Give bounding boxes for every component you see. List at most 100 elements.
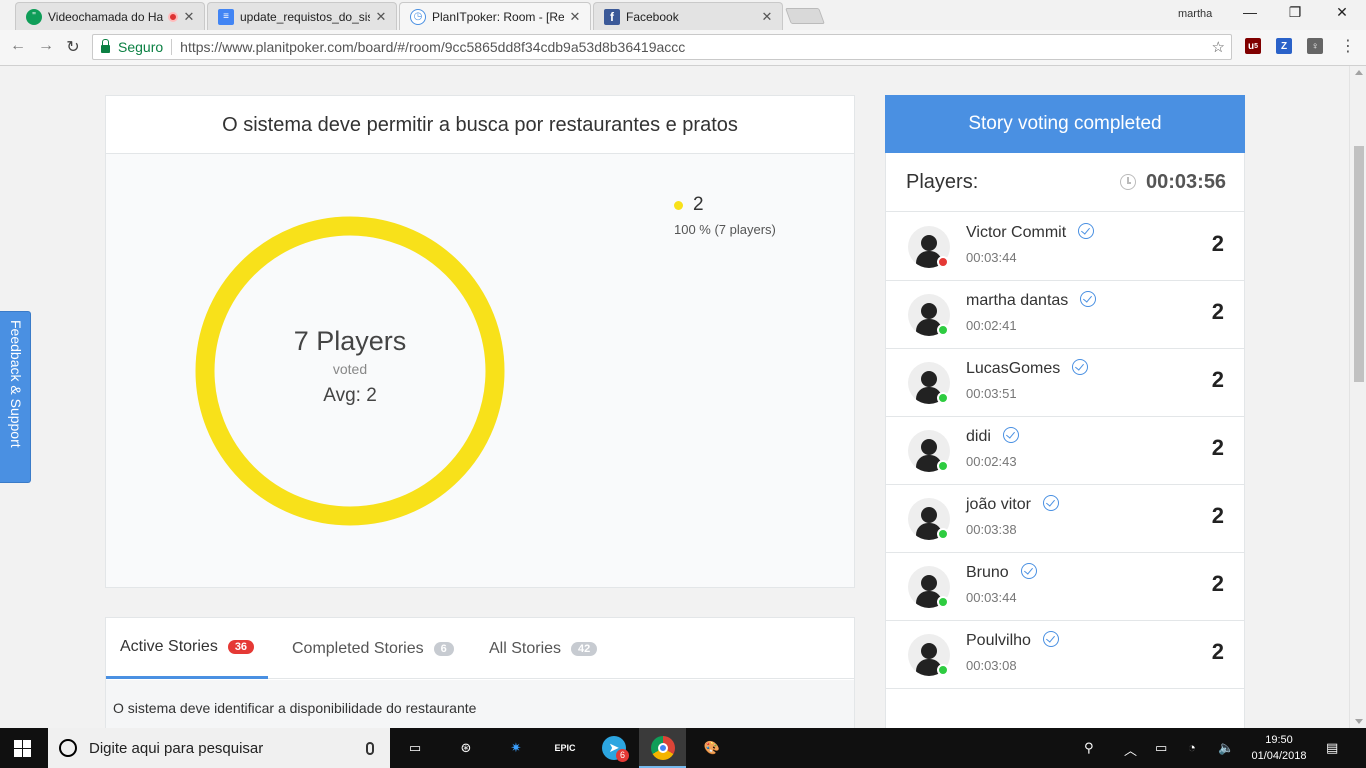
restore-icon[interactable]: ❐ <box>1285 4 1305 21</box>
close-tab-icon[interactable]: ✕ <box>568 9 582 25</box>
voted-check-icon <box>1072 359 1089 375</box>
people-icon[interactable]: ⚲ <box>1084 740 1094 756</box>
taskbar-search-box[interactable]: Digite aqui para pesquisar <box>48 728 390 768</box>
player-vote-time: 00:03:08 <box>966 658 1017 673</box>
browser-tab-facebook[interactable]: f Facebook ✕ <box>593 2 783 30</box>
player-name-text: didi <box>966 428 991 445</box>
legend-value: 2 <box>693 194 704 215</box>
windows-start-icon[interactable] <box>14 740 31 757</box>
stories-panel: Active Stories 36 Completed Stories 6 Al… <box>105 617 855 728</box>
planitpoker-icon: ◷ <box>410 8 426 25</box>
back-icon[interactable]: ← <box>8 37 28 55</box>
epic-games-icon[interactable]: EPIC <box>553 736 577 760</box>
player-vote-time: 00:02:41 <box>966 318 1017 333</box>
wifi-icon[interactable]: ◔ <box>1188 740 1196 755</box>
browser-menu-icon[interactable]: ⋮ <box>1340 36 1356 56</box>
voted-check-icon <box>1042 495 1059 511</box>
steam-icon[interactable]: ⊛ <box>454 736 478 760</box>
address-bar[interactable]: Seguro https://www.planitpoker.com/board… <box>92 34 1232 60</box>
player-row: martha dantas 00:02:41 2 <box>886 281 1244 349</box>
new-tab-button[interactable] <box>785 8 825 24</box>
system-clock[interactable]: 19:50 01/04/2018 <box>1248 732 1310 764</box>
player-name-text: martha dantas <box>966 292 1069 309</box>
browser-tab-strip: " Videochamada do Ha ✕ ≡ update_requisto… <box>0 0 1366 30</box>
scrollbar-thumb[interactable] <box>1354 146 1364 382</box>
secure-label: Seguro <box>118 39 164 55</box>
avatar-head <box>921 575 937 591</box>
player-vote-time: 00:02:43 <box>966 454 1017 469</box>
scroll-up-icon[interactable] <box>1355 70 1363 75</box>
battlenet-icon[interactable]: ✷ <box>504 736 528 760</box>
action-center-icon[interactable]: ▤ <box>1326 740 1338 756</box>
microphone-icon[interactable] <box>366 741 374 755</box>
voted-check-icon <box>1080 291 1097 307</box>
browser-toolbar: ← → ↻ Seguro https://www.planitpoker.com… <box>0 30 1366 66</box>
player-vote-time: 00:03:44 <box>966 590 1017 605</box>
recording-icon <box>168 11 178 22</box>
player-vote-value: 2 <box>1211 503 1224 528</box>
browser-tab-docs[interactable]: ≡ update_requistos_do_sist ✕ <box>207 2 397 30</box>
tab-completed-stories[interactable]: Completed Stories 6 <box>292 618 454 679</box>
search-placeholder: Digite aqui para pesquisar <box>89 739 264 757</box>
tab-all-stories[interactable]: All Stories 42 <box>489 618 598 679</box>
profile-name[interactable]: martha <box>1178 8 1212 20</box>
close-window-icon[interactable]: ✕ <box>1332 4 1352 21</box>
player-name: Bruno <box>966 563 1037 582</box>
minimize-icon[interactable]: — <box>1240 4 1260 20</box>
show-hidden-icons-chevron-icon[interactable]: ︿ <box>1124 740 1137 759</box>
tab-title: Facebook <box>626 9 679 24</box>
story-list-item[interactable]: O sistema deve identificar a disponibili… <box>106 680 854 728</box>
volume-icon[interactable]: 🔈 <box>1218 740 1234 756</box>
player-vote-value: 2 <box>1211 367 1224 392</box>
paint-icon[interactable]: 🎨 <box>700 736 724 760</box>
online-status-dot <box>937 528 949 540</box>
browser-tab-planitpoker[interactable]: ◷ PlanITpoker: Room - [Rec ✕ <box>399 2 591 30</box>
tab-title: update_requistos_do_sist <box>240 9 370 24</box>
player-name-text: Victor Commit <box>966 224 1067 241</box>
battery-icon[interactable]: ▭ <box>1155 740 1167 756</box>
page: O sistema deve permitir a busca por rest… <box>0 66 1366 728</box>
chrome-icon-center <box>658 743 668 753</box>
voted-check-icon <box>1042 631 1059 647</box>
player-name-text: Bruno <box>966 564 1009 581</box>
url-text[interactable]: https://www.planitpoker.com/board/#/room… <box>180 39 685 55</box>
voting-timer: 00:03:56 <box>1146 171 1227 193</box>
feedback-support-button[interactable]: Feedback & Support <box>0 311 31 483</box>
player-name: martha dantas <box>966 291 1097 310</box>
chrome-icon[interactable] <box>651 736 675 760</box>
close-tab-icon[interactable]: ✕ <box>182 9 196 25</box>
forward-icon[interactable]: → <box>36 37 56 55</box>
ublock-icon[interactable]: u5 <box>1245 38 1261 54</box>
player-name: Victor Commit <box>966 223 1095 242</box>
active-stories-badge: 36 <box>227 640 255 654</box>
player-vote-value: 2 <box>1211 435 1224 460</box>
task-view-icon[interactable]: ▭ <box>403 736 427 760</box>
player-row: didi 00:02:43 2 <box>886 417 1244 485</box>
cortana-icon[interactable] <box>59 739 77 757</box>
reload-icon[interactable]: ↻ <box>63 37 83 57</box>
player-name-text: Poulvilho <box>966 632 1031 649</box>
player-name-text: LucasGomes <box>966 360 1061 377</box>
hangouts-icon: " <box>26 8 42 25</box>
average-vote: Avg: 2 <box>323 385 377 406</box>
close-tab-icon[interactable]: ✕ <box>374 9 388 25</box>
keep-icon[interactable]: ♀ <box>1307 38 1323 54</box>
story-title: O sistema deve permitir a busca por rest… <box>106 96 854 154</box>
player-row: LucasGomes 00:03:51 2 <box>886 349 1244 417</box>
avatar-head <box>921 235 937 251</box>
online-status-dot <box>937 392 949 404</box>
player-vote-value: 2 <box>1211 299 1224 324</box>
tab-active-stories[interactable]: Active Stories 36 <box>106 618 269 679</box>
scroll-down-icon[interactable] <box>1355 719 1363 724</box>
online-status-dot <box>937 664 949 676</box>
close-tab-icon[interactable]: ✕ <box>760 9 774 25</box>
tab-label: Completed Stories <box>292 639 424 657</box>
zotero-icon[interactable]: Z <box>1276 38 1292 54</box>
player-vote-time: 00:03:44 <box>966 250 1017 265</box>
voted-check-icon <box>1078 223 1095 239</box>
browser-tab-hangouts[interactable]: " Videochamada do Ha ✕ <box>15 2 205 30</box>
online-status-dot <box>937 256 949 268</box>
page-scrollbar[interactable] <box>1349 66 1366 728</box>
bookmark-star-icon[interactable]: ☆ <box>1212 38 1225 56</box>
player-vote-time: 00:03:38 <box>966 522 1017 537</box>
